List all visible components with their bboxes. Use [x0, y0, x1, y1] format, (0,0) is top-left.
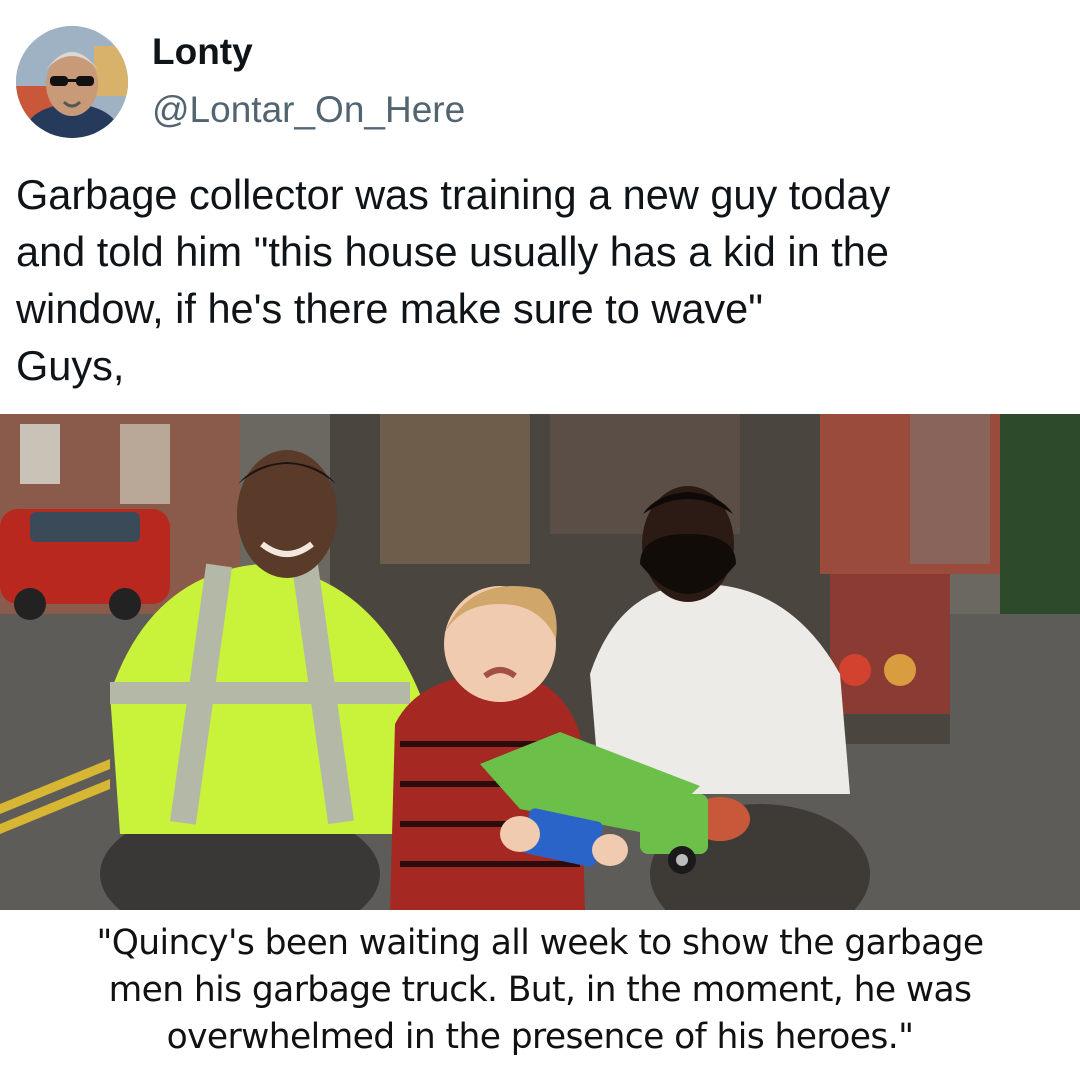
author-names: Lonty @Lontar_On_Here	[152, 30, 465, 132]
tweet-photo[interactable]	[0, 414, 1080, 910]
photo-caption: "Quincy's been waiting all week to show …	[96, 923, 984, 1057]
tweet-header: Lonty @Lontar_On_Here	[16, 24, 465, 140]
author-display-name[interactable]: Lonty	[152, 30, 465, 74]
tweet-text: Garbage collector was training a new guy…	[16, 171, 891, 389]
author-avatar[interactable]	[16, 26, 128, 138]
author-handle[interactable]: @Lontar_On_Here	[152, 88, 465, 132]
